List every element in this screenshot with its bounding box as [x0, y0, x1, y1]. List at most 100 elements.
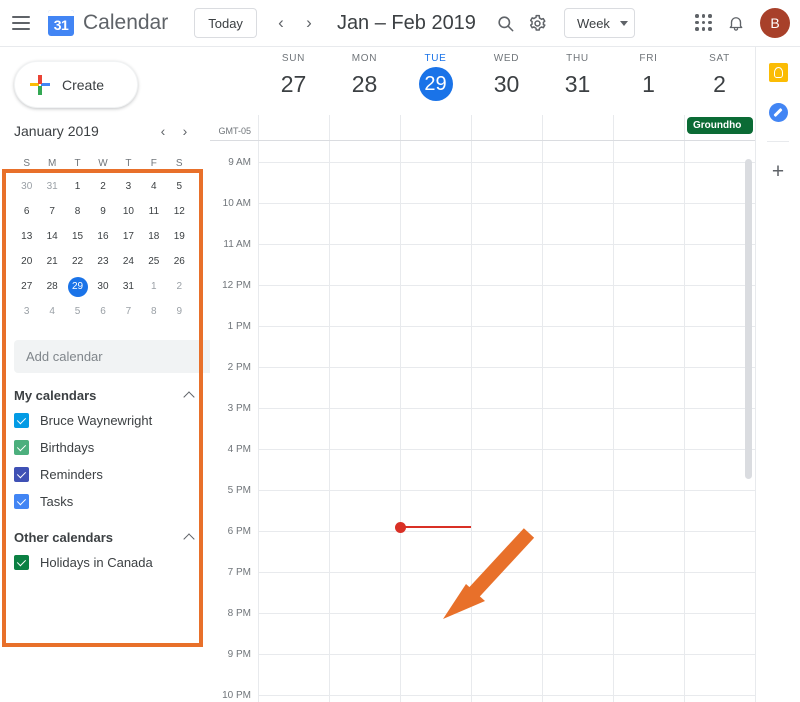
today-button[interactable]: Today	[194, 8, 257, 38]
checkbox-icon[interactable]	[14, 467, 29, 482]
hour-slot[interactable]	[614, 327, 684, 368]
hour-slot[interactable]	[401, 204, 471, 245]
mini-calendar-day[interactable]: 20	[14, 249, 39, 274]
day-column[interactable]	[258, 141, 329, 702]
day-column[interactable]	[613, 141, 684, 702]
mini-calendar-day[interactable]: 26	[167, 249, 192, 274]
mini-calendar-day[interactable]: 19	[167, 224, 192, 249]
mini-calendar-day[interactable]: 4	[39, 299, 64, 324]
hour-slot[interactable]	[330, 614, 400, 655]
mini-calendar-day[interactable]: 21	[39, 249, 64, 274]
mini-calendar-day[interactable]: 4	[141, 174, 166, 199]
day-column[interactable]	[542, 141, 613, 702]
hour-slot[interactable]	[472, 573, 542, 614]
chevron-right-icon[interactable]: ›	[174, 120, 196, 142]
all-day-cell[interactable]	[471, 115, 542, 140]
calendar-logo-icon[interactable]: 31	[48, 10, 74, 36]
hour-slot[interactable]	[614, 368, 684, 409]
mini-calendar-day[interactable]: 6	[14, 199, 39, 224]
chevron-left-icon[interactable]: ‹	[152, 120, 174, 142]
mini-calendar-day[interactable]: 7	[116, 299, 141, 324]
hour-slot[interactable]	[401, 245, 471, 286]
hour-slot[interactable]	[543, 573, 613, 614]
mini-calendar-day[interactable]: 12	[167, 199, 192, 224]
mini-calendar-day[interactable]: 28	[39, 274, 64, 299]
create-button[interactable]: Create	[14, 61, 138, 108]
day-column-header[interactable]: THU31	[542, 47, 613, 115]
all-day-event-chip[interactable]: Groundho	[687, 117, 753, 134]
hour-slot[interactable]	[259, 204, 329, 245]
hour-slot[interactable]	[259, 141, 329, 163]
checkbox-icon[interactable]	[14, 494, 29, 509]
hour-slot[interactable]	[401, 368, 471, 409]
my-calendars-header[interactable]: My calendars	[14, 387, 198, 403]
calendar-list-item[interactable]: Tasks	[0, 488, 210, 515]
mini-calendar-day[interactable]: 9	[167, 299, 192, 324]
mini-calendar-day[interactable]: 31	[116, 274, 141, 299]
apps-grid-icon[interactable]	[688, 7, 720, 39]
hour-slot[interactable]	[259, 245, 329, 286]
hour-slot[interactable]	[330, 696, 400, 702]
mini-calendar-day[interactable]: 10	[116, 199, 141, 224]
hour-slot[interactable]	[472, 696, 542, 702]
hour-slot[interactable]	[685, 141, 755, 163]
hour-slot[interactable]	[330, 409, 400, 450]
hour-slot[interactable]	[401, 163, 471, 204]
calendar-list-item[interactable]: Reminders	[0, 461, 210, 488]
hour-slot[interactable]	[330, 327, 400, 368]
mini-calendar-day[interactable]: 30	[14, 174, 39, 199]
hour-slot[interactable]	[401, 409, 471, 450]
hour-slot[interactable]	[685, 573, 755, 614]
hour-slot[interactable]	[401, 450, 471, 491]
mini-calendar-day[interactable]: 15	[65, 224, 90, 249]
hour-slot[interactable]	[614, 163, 684, 204]
google-keep-icon[interactable]	[767, 61, 789, 83]
hour-slot[interactable]	[472, 614, 542, 655]
mini-calendar-day[interactable]: 25	[141, 249, 166, 274]
day-column-header[interactable]: FRI1	[613, 47, 684, 115]
mini-calendar-day[interactable]: 18	[141, 224, 166, 249]
hour-slot[interactable]	[259, 163, 329, 204]
hour-slot[interactable]	[614, 491, 684, 532]
mini-calendar-day[interactable]: 23	[90, 249, 115, 274]
hour-slot[interactable]	[401, 614, 471, 655]
hour-slot[interactable]	[472, 655, 542, 696]
mini-calendar-day[interactable]: 2	[90, 174, 115, 199]
avatar[interactable]: B	[760, 8, 790, 38]
hour-slot[interactable]	[401, 141, 471, 163]
checkbox-icon[interactable]	[14, 440, 29, 455]
mini-calendar-day[interactable]: 31	[39, 174, 64, 199]
mini-calendar-day[interactable]: 24	[116, 249, 141, 274]
day-column[interactable]	[471, 141, 542, 702]
day-column-header[interactable]: SUN27	[258, 47, 329, 115]
all-day-cell[interactable]	[400, 115, 471, 140]
mini-calendar-day[interactable]: 3	[14, 299, 39, 324]
calendar-list-item[interactable]: Bruce Waynewright	[0, 407, 210, 434]
hour-slot[interactable]	[330, 532, 400, 573]
hour-slot[interactable]	[685, 655, 755, 696]
add-calendar-input[interactable]	[14, 340, 214, 373]
hour-slot[interactable]	[330, 573, 400, 614]
all-day-cell[interactable]	[258, 115, 329, 140]
hour-slot[interactable]	[330, 655, 400, 696]
calendar-list-item[interactable]: Birthdays	[0, 434, 210, 461]
hour-slot[interactable]	[259, 491, 329, 532]
day-column-header[interactable]: WED30	[471, 47, 542, 115]
mini-calendar-day[interactable]: 5	[65, 299, 90, 324]
search-icon[interactable]	[490, 7, 522, 39]
hour-slot[interactable]	[401, 532, 471, 573]
all-day-cell[interactable]: Groundho	[684, 115, 755, 140]
google-tasks-icon[interactable]	[767, 101, 789, 123]
bell-icon[interactable]	[720, 7, 752, 39]
all-day-cell[interactable]	[613, 115, 684, 140]
hour-slot[interactable]	[330, 204, 400, 245]
hour-slot[interactable]	[330, 368, 400, 409]
hour-slot[interactable]	[614, 409, 684, 450]
hour-slot[interactable]	[259, 532, 329, 573]
hour-slot[interactable]	[330, 491, 400, 532]
checkbox-icon[interactable]	[14, 413, 29, 428]
hour-slot[interactable]	[472, 409, 542, 450]
hour-slot[interactable]	[614, 573, 684, 614]
hour-slot[interactable]	[472, 368, 542, 409]
hour-slot[interactable]	[614, 204, 684, 245]
